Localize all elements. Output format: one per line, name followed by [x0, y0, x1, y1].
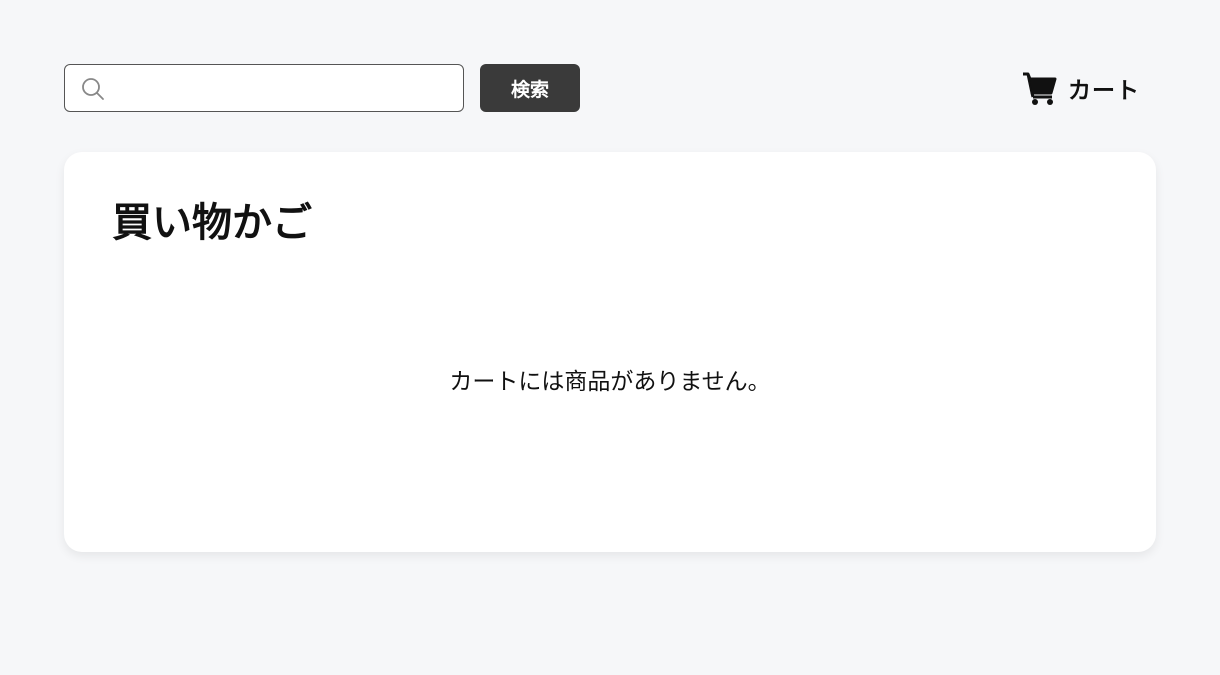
cart-link[interactable]: カート [1022, 70, 1140, 106]
cart-icon [1023, 72, 1057, 105]
empty-cart-message: カートには商品がありません。 [449, 369, 771, 395]
search-input[interactable] [117, 65, 455, 111]
cart-panel: 買い物かご カートには商品がありません。 [64, 152, 1156, 552]
search-button[interactable]: 検索 [480, 64, 580, 112]
page-title: 買い物かご [112, 200, 312, 246]
cart-label: カート [1068, 78, 1140, 104]
search-box[interactable] [64, 64, 464, 112]
page: 検索 カート 買い物かご カートには商品がありません。 [0, 0, 1220, 675]
search-icon [81, 77, 105, 101]
